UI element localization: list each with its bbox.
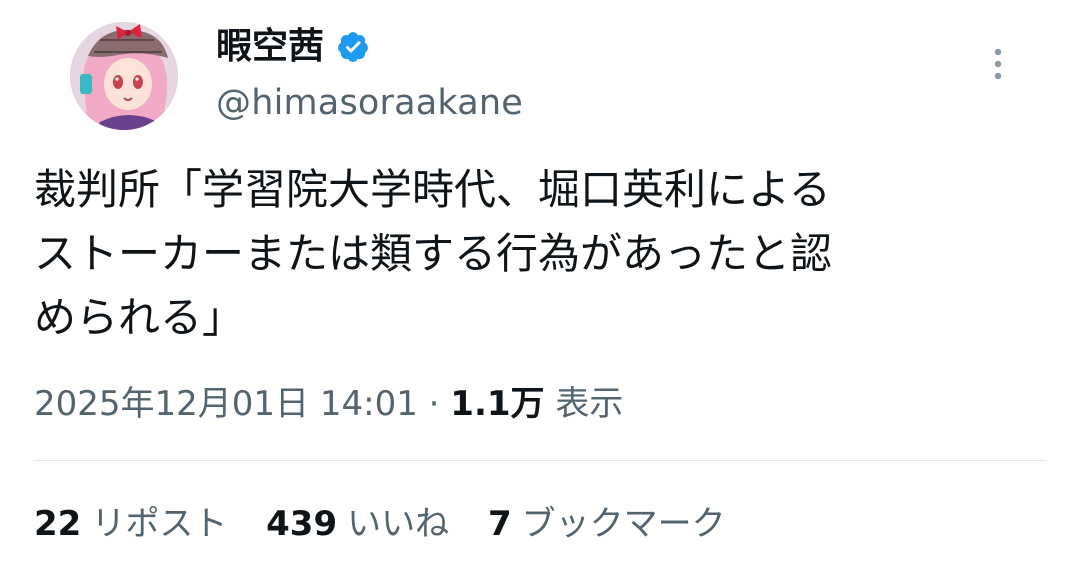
bookmarks-stat[interactable]: 7 ブックマーク [488, 504, 726, 544]
likes-count: 439 [266, 504, 338, 544]
views-count: 1.1万 [450, 384, 545, 424]
tweet-card: 暇空茜 @himasoraakane 裁判所「学習院大学時代、堀口英利による ス… [0, 0, 1080, 569]
verified-badge-icon [336, 30, 370, 64]
engagement-stats: 22 リポスト 439 いいね 7 ブックマーク [34, 500, 754, 548]
avatar-image [70, 22, 178, 130]
more-vertical-icon[interactable] [990, 46, 1006, 86]
likes-label: いいね [347, 504, 450, 544]
user-names: 暇空茜 @himasoraakane [216, 22, 523, 128]
meta-separator: · [428, 384, 440, 424]
timestamp[interactable]: 2025年12月01日 14:01 [34, 384, 418, 424]
views-label: 表示 [555, 384, 624, 424]
avatar[interactable] [70, 22, 178, 130]
display-name-row: 暇空茜 [216, 22, 523, 72]
divider [34, 460, 1046, 461]
reposts-count: 22 [34, 504, 82, 544]
bookmarks-label: ブックマーク [521, 504, 726, 544]
tweet-meta: 2025年12月01日 14:01 · 1.1万 表示 [34, 380, 623, 428]
likes-stat[interactable]: 439 いいね [266, 504, 449, 544]
tweet-header: 暇空茜 @himasoraakane [34, 0, 1046, 140]
user-handle[interactable]: @himasoraakane [216, 78, 523, 128]
display-name[interactable]: 暇空茜 [216, 22, 324, 72]
reposts-stat[interactable]: 22 リポスト [34, 504, 227, 544]
reposts-label: リポスト [91, 504, 228, 544]
bookmarks-count: 7 [487, 504, 512, 544]
tweet-text: 裁判所「学習院大学時代、堀口英利による ストーカーまたは類する行為があったと認 … [34, 165, 833, 342]
